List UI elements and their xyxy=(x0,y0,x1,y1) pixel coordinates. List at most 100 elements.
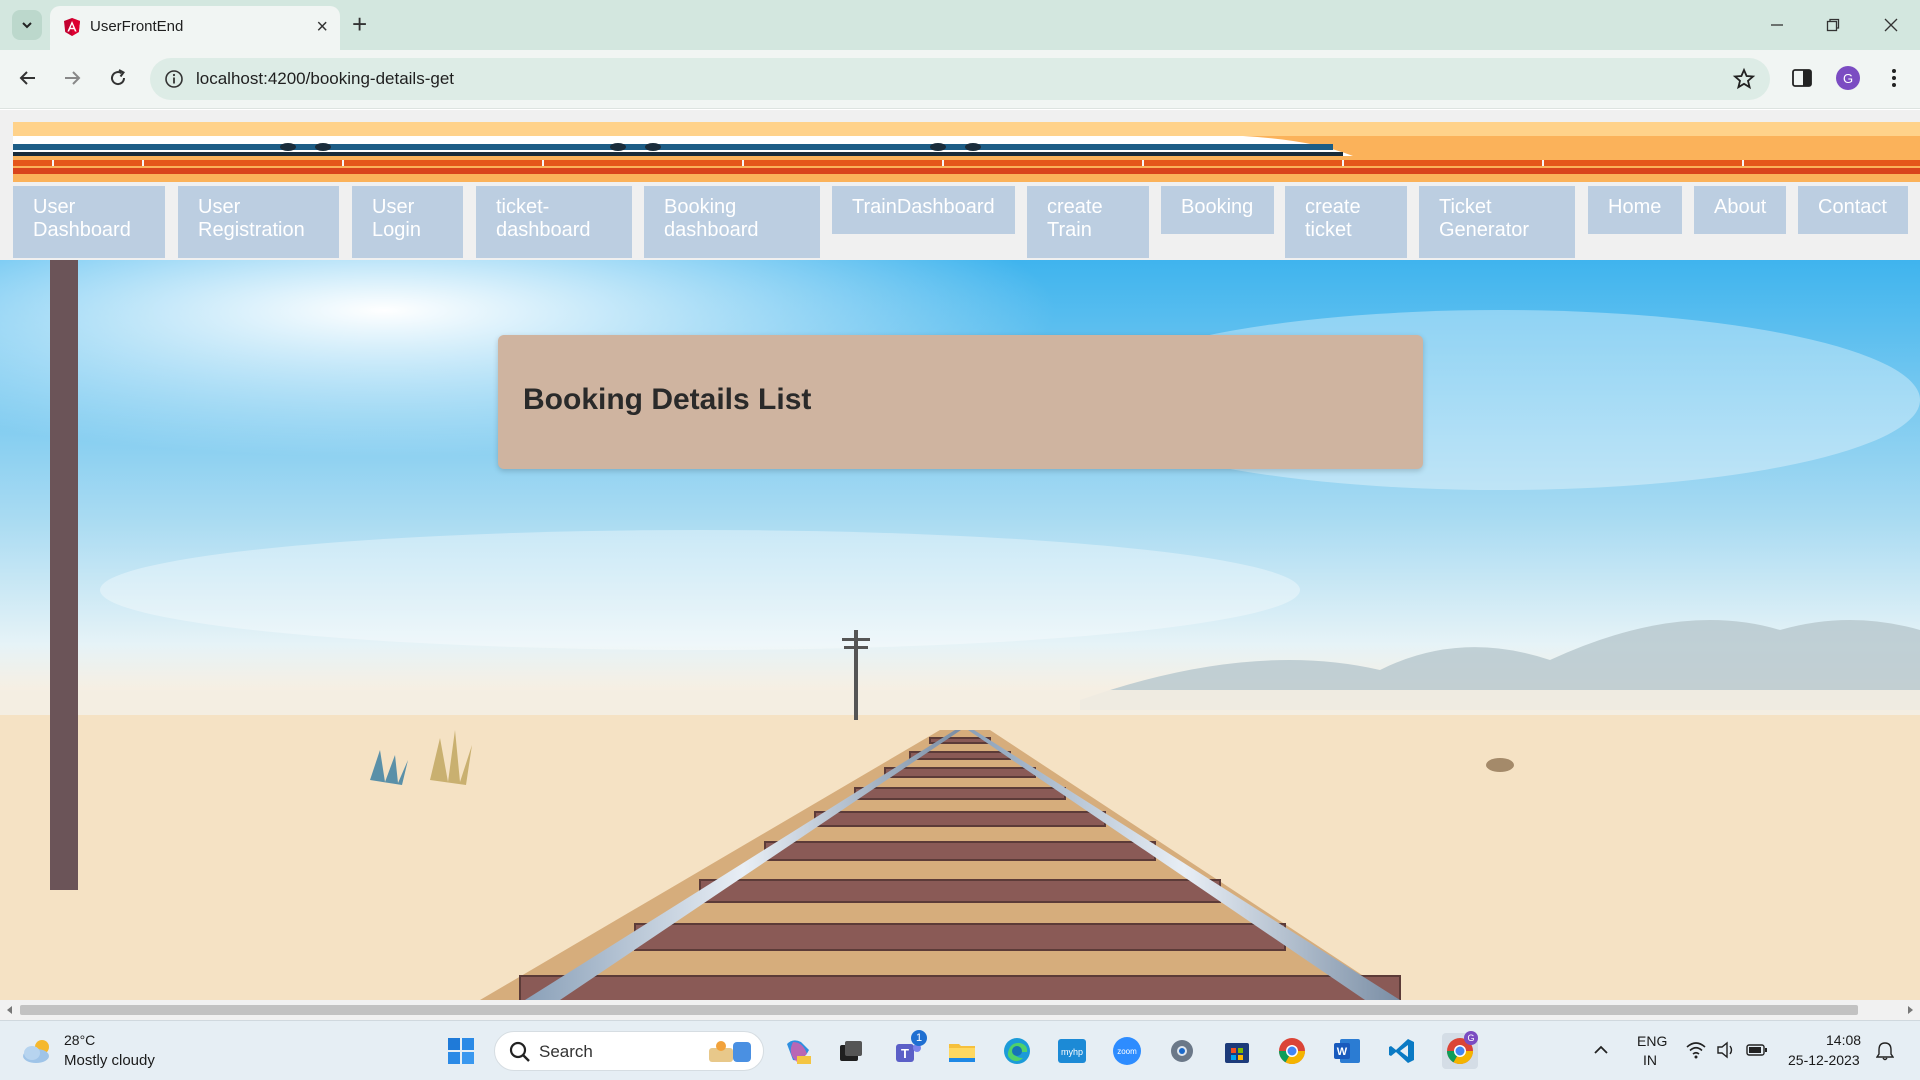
teams-icon[interactable]: T 1 xyxy=(893,1030,927,1066)
main-nav: User Dashboard User Registration User Login… xyxy=(0,176,1920,272)
new-tab-button[interactable]: + xyxy=(352,10,367,38)
nav-about[interactable]: About xyxy=(1694,186,1786,234)
nav-home[interactable]: Home xyxy=(1588,186,1682,234)
more-menu-icon[interactable] xyxy=(1882,66,1906,90)
nav-label-line1: Booking xyxy=(664,196,737,218)
nav-create-train[interactable]: create Train xyxy=(1027,186,1149,258)
nav-train-dashboard[interactable]: TrainDashboard xyxy=(832,186,1015,234)
nav-label-line1: About xyxy=(1714,196,1767,218)
search-highlight-icon xyxy=(709,1041,751,1062)
chrome-icon[interactable] xyxy=(1277,1036,1307,1066)
nav-label-line2: ticket xyxy=(1305,219,1352,241)
copilot-icon[interactable] xyxy=(783,1036,813,1066)
browser-toolbar: localhost:4200/booking-details-get G xyxy=(0,50,1920,109)
scroll-right-icon[interactable] xyxy=(1906,1006,1914,1014)
profile-avatar[interactable]: G xyxy=(1836,66,1860,90)
myhp-icon[interactable]: myhp xyxy=(1057,1036,1087,1066)
browser-tab[interactable]: UserFrontEnd × xyxy=(50,6,340,50)
reload-icon xyxy=(111,69,126,86)
bookmark-star-icon[interactable] xyxy=(1732,67,1756,91)
nav-user-registration[interactable]: User Registration xyxy=(178,186,339,258)
volume-icon[interactable] xyxy=(1716,1041,1736,1059)
weather-description[interactable]: Mostly cloudy xyxy=(64,1052,155,1069)
chrome-profile-active-icon[interactable]: G xyxy=(1442,1031,1478,1069)
microsoft-store-icon[interactable] xyxy=(1222,1036,1252,1066)
windows-start-icon[interactable] xyxy=(446,1036,476,1066)
page-title: Booking Details List xyxy=(523,383,812,416)
scroll-left-icon[interactable] xyxy=(6,1006,14,1014)
clock-date[interactable]: 25-12-2023 xyxy=(1788,1052,1860,1068)
tab-title: UserFrontEnd xyxy=(90,18,184,35)
reload-button[interactable] xyxy=(104,64,132,92)
settings-gear-icon[interactable] xyxy=(1167,1036,1197,1066)
nav-ticket-dashboard[interactable]: ticket-dashboard xyxy=(476,186,632,258)
search-label: Search xyxy=(539,1042,593,1061)
profile-badge: G xyxy=(1464,1031,1478,1045)
nav-label-line2: Train xyxy=(1047,219,1092,241)
nav-label-line1: User xyxy=(198,196,241,218)
side-panel-icon[interactable] xyxy=(1790,66,1814,90)
nav-label-line1: Contact xyxy=(1818,196,1887,218)
task-view-icon[interactable] xyxy=(836,1036,866,1066)
taskbar: 28°C Mostly cloudy Search T 1 myhp zoom … xyxy=(0,1020,1920,1080)
chevron-down-icon xyxy=(22,22,32,29)
nav-label-line2: Registration xyxy=(198,219,305,241)
nav-ticket-generator[interactable]: Ticket Generator xyxy=(1419,186,1575,258)
weather-temperature[interactable]: 28°C xyxy=(64,1032,95,1048)
weather-cloud-icon[interactable] xyxy=(20,1037,56,1065)
url-text: localhost:4200/booking-details-get xyxy=(196,69,455,88)
nav-label-line1: TrainDashboard xyxy=(852,196,995,218)
forward-button[interactable] xyxy=(58,64,86,92)
nav-booking-dashboard[interactable]: Booking dashboard xyxy=(644,186,820,258)
nav-label-line1: create xyxy=(1305,196,1361,218)
site-info-icon[interactable] xyxy=(164,69,184,89)
address-bar[interactable]: localhost:4200/booking-details-get xyxy=(150,58,1770,100)
back-button[interactable] xyxy=(14,64,42,92)
tab-search-button[interactable] xyxy=(12,10,42,40)
svg-text:zoom: zoom xyxy=(1117,1047,1137,1056)
nav-label-line1: Home xyxy=(1608,196,1662,218)
nav-label-line2: Generator xyxy=(1439,219,1530,241)
restore-icon xyxy=(1826,18,1840,32)
nav-label-line1: User xyxy=(33,196,76,218)
nav-user-login[interactable]: User Login xyxy=(352,186,463,258)
minimize-window-button[interactable] xyxy=(1762,10,1792,40)
battery-icon[interactable] xyxy=(1746,1043,1768,1057)
arrow-left-icon xyxy=(19,71,35,85)
edge-browser-icon[interactable] xyxy=(1002,1036,1032,1066)
minimize-icon xyxy=(1771,24,1783,26)
file-explorer-icon[interactable] xyxy=(947,1036,977,1066)
chevron-up-icon[interactable] xyxy=(1594,1045,1608,1055)
notification-bell-icon[interactable] xyxy=(1876,1041,1894,1061)
scrollbar-thumb[interactable] xyxy=(20,1005,1858,1015)
nav-label-line1: Ticket xyxy=(1439,196,1492,218)
restore-window-button[interactable] xyxy=(1818,10,1848,40)
nav-booking[interactable]: Booking xyxy=(1161,186,1274,234)
svg-text:T: T xyxy=(901,1046,909,1061)
taskbar-search[interactable]: Search xyxy=(494,1031,764,1071)
arrow-right-icon xyxy=(65,71,81,85)
input-language[interactable]: ENG xyxy=(1637,1033,1667,1049)
nav-contact[interactable]: Contact xyxy=(1798,186,1908,234)
zoom-icon[interactable]: zoom xyxy=(1112,1036,1142,1066)
page-viewport: User Dashboard User Registration User Login… xyxy=(0,110,1920,1000)
close-tab-icon[interactable]: × xyxy=(316,15,328,39)
close-window-button[interactable] xyxy=(1876,10,1906,40)
horizontal-scrollbar[interactable] xyxy=(0,1000,1920,1020)
word-icon[interactable]: W xyxy=(1332,1036,1362,1066)
search-icon xyxy=(509,1041,530,1062)
booking-details-card: Booking Details List xyxy=(498,335,1423,469)
nav-label-line1: ticket- xyxy=(496,196,550,218)
nav-label-line2: Dashboard xyxy=(33,219,131,241)
vscode-icon[interactable] xyxy=(1387,1036,1417,1066)
close-icon xyxy=(1884,18,1898,32)
wifi-icon[interactable] xyxy=(1686,1041,1706,1059)
svg-text:W: W xyxy=(1337,1046,1348,1058)
clock-time[interactable]: 14:08 xyxy=(1826,1032,1861,1048)
nav-user-dashboard[interactable]: User Dashboard xyxy=(13,186,165,258)
nav-create-ticket[interactable]: create ticket xyxy=(1285,186,1407,258)
input-region[interactable]: IN xyxy=(1643,1052,1657,1068)
svg-text:myhp: myhp xyxy=(1061,1047,1083,1057)
angular-logo-icon xyxy=(64,18,80,36)
nav-label-line1: create xyxy=(1047,196,1103,218)
